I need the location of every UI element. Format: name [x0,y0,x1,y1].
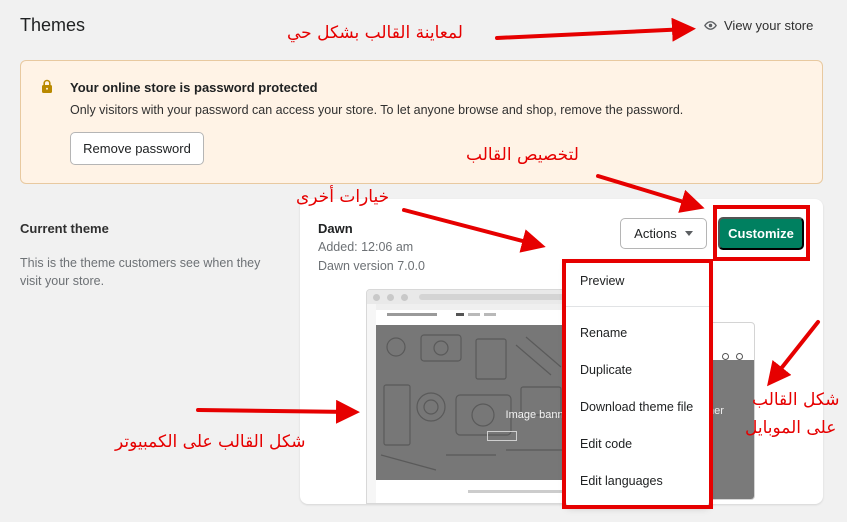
annotation-mobile-line1: شكل القالب [752,390,840,410]
arrow-to-mobile [767,320,820,387]
annotation-customize: لتخصيص القالب [466,145,579,165]
arrow-to-customize [596,174,705,213]
annotation-view-store: لمعاينة القالب بشكل حي [287,23,463,43]
annotation-mobile-line2: على الموبايل [745,418,837,438]
arrow-to-view-store [495,17,696,42]
arrow-to-desktop [196,399,360,424]
annotation-other-options: خيارات أخرى [296,187,390,207]
arrow-to-actions [402,208,546,253]
annotation-desktop-shape: شكل القالب على الكمبيوتر [115,432,306,452]
